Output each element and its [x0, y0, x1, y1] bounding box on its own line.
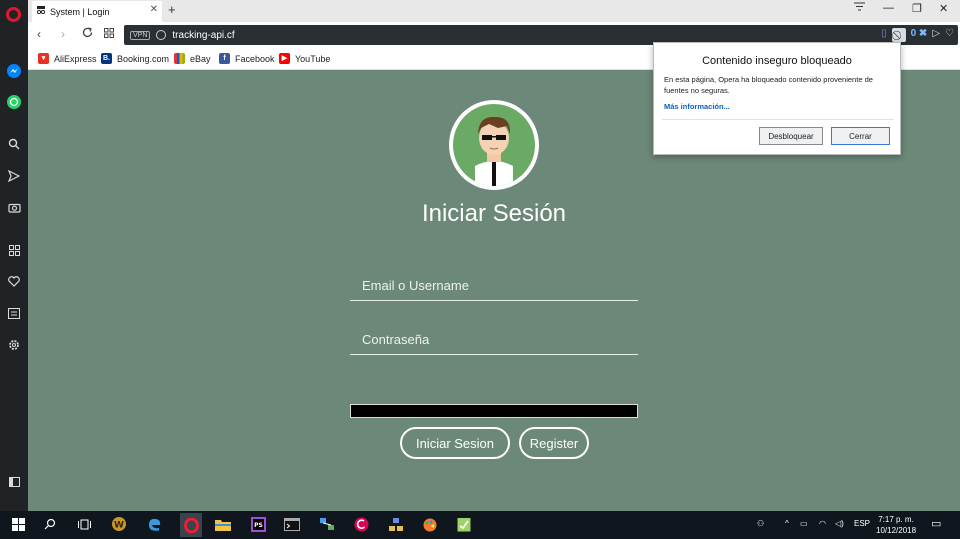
opera-sidebar: [0, 0, 28, 511]
bookmark-booking[interactable]: B. Booking.com: [101, 53, 169, 64]
network-manager-icon[interactable]: [387, 515, 405, 533]
volume-icon[interactable]: ◁): [835, 519, 844, 528]
settings-gear-icon[interactable]: [4, 335, 24, 355]
news-icon[interactable]: [4, 303, 24, 323]
close-popup-button[interactable]: Cerrar: [831, 127, 890, 145]
insecure-content-popup: Contenido inseguro bloqueado En esta pág…: [653, 42, 901, 155]
adblock-count: 0: [910, 28, 917, 39]
password-field[interactable]: [350, 325, 638, 355]
reload-icon[interactable]: [82, 27, 93, 41]
email-field[interactable]: [350, 271, 638, 301]
svg-text:PS: PS: [254, 522, 263, 529]
grid-icon[interactable]: [104, 27, 114, 41]
phpstorm-icon[interactable]: PS: [249, 515, 267, 533]
bookmark-youtube[interactable]: ▶ YouTube: [279, 53, 330, 64]
avatar-illustration: [453, 104, 535, 186]
snapshot-icon[interactable]: ▯: [881, 28, 887, 42]
task-view-icon[interactable]: [75, 515, 93, 533]
send-icon[interactable]: [4, 166, 24, 186]
user-avatar: [449, 100, 539, 190]
windows-start-icon[interactable]: [9, 515, 27, 533]
back-icon[interactable]: ‹: [37, 27, 41, 41]
paint-app-icon[interactable]: [421, 515, 439, 533]
heart-icon[interactable]: [4, 271, 24, 291]
svg-text:W: W: [114, 521, 124, 531]
bookmark-label: Booking.com: [117, 53, 170, 64]
url-text[interactable]: tracking-api.cf: [172, 30, 234, 41]
more-info-link[interactable]: Más información...: [664, 102, 730, 111]
windows-taskbar: W PS ⚇ ^ ▭ ◠ ◁) ESP 7:17 p. m. 10/12/201…: [0, 511, 960, 539]
speed-dial-icon[interactable]: [4, 240, 24, 260]
popup-divider: [662, 119, 894, 120]
bookmark-aliexpress[interactable]: ▾ AliExpress: [38, 53, 97, 64]
people-icon[interactable]: ⚇: [757, 519, 764, 528]
youtube-icon: ▶: [279, 53, 290, 64]
register-button[interactable]: Register: [519, 427, 589, 459]
terminal-icon[interactable]: [283, 515, 301, 533]
vpn-badge[interactable]: VPN: [130, 30, 151, 40]
blocked-content-icon[interactable]: ⃠: [891, 28, 906, 42]
address-bar-icons: ▯ ⃠ 0 ✖ ▷ ♡: [881, 28, 954, 42]
messenger-icon[interactable]: [4, 61, 24, 81]
network-app-icon[interactable]: [318, 515, 336, 533]
page-title: Iniciar Sesión: [421, 200, 567, 227]
notepad-app-icon[interactable]: [455, 515, 473, 533]
restore-icon[interactable]: ❐: [912, 2, 922, 15]
warcraft-icon[interactable]: W: [110, 515, 128, 533]
camera-icon[interactable]: [4, 197, 24, 217]
clock-date: 10/12/2018: [876, 526, 917, 535]
tab-active[interactable]: System | Login ✕: [32, 1, 162, 22]
tray-chevron-icon[interactable]: ^: [785, 519, 789, 528]
cortana-search-icon[interactable]: [41, 515, 59, 533]
tab-menu-icon[interactable]: [854, 2, 865, 14]
wifi-icon[interactable]: ◠: [819, 519, 826, 528]
facebook-icon: f: [219, 53, 230, 64]
edge-icon[interactable]: [145, 515, 163, 533]
system-clock[interactable]: 7:17 p. m. 10/12/2018: [876, 514, 916, 536]
notification-center-icon[interactable]: ▭: [931, 517, 941, 530]
incognito-icon: [36, 6, 46, 17]
new-tab-plus-icon[interactable]: +: [168, 2, 176, 17]
tab-strip: System | Login ✕ + — ❐ ✕: [28, 0, 960, 22]
whatsapp-icon[interactable]: [4, 92, 24, 112]
bookmark-label: eBay: [190, 53, 211, 64]
bookmark-label: Facebook: [235, 53, 275, 64]
aliexpress-icon: ▾: [38, 53, 49, 64]
window-close-icon[interactable]: ✕: [939, 2, 948, 15]
tab-title: System | Login: [50, 6, 110, 17]
file-explorer-icon[interactable]: [214, 515, 232, 533]
battery-icon[interactable]: ▭: [800, 519, 808, 528]
bookmark-facebook[interactable]: f Facebook: [219, 53, 275, 64]
search-icon[interactable]: [4, 134, 24, 154]
sidebar-toggle-icon[interactable]: [4, 472, 24, 492]
minimize-icon[interactable]: —: [883, 2, 894, 14]
adblock-counter[interactable]: 0 ✖: [911, 28, 928, 42]
language-indicator[interactable]: ESP: [854, 519, 870, 528]
forward-icon[interactable]: ›: [61, 27, 65, 41]
unblock-button[interactable]: Desbloquear: [759, 127, 823, 145]
bookmark-label: AliExpress: [54, 53, 97, 64]
ebay-icon: [174, 53, 185, 64]
globe-icon: [156, 30, 167, 40]
bookmark-heart-icon[interactable]: ♡: [945, 28, 954, 42]
flow-send-icon[interactable]: ▷: [932, 28, 940, 42]
bookmark-label: YouTube: [295, 53, 331, 64]
opera-logo-icon[interactable]: [6, 7, 21, 22]
booking-icon: B.: [101, 53, 112, 64]
popup-message: En esta página, Opera ha bloqueado conte…: [664, 75, 873, 95]
login-button[interactable]: Iniciar Sesion: [400, 427, 510, 459]
close-tab-icon[interactable]: ✕: [150, 4, 158, 15]
clock-time: 7:17 p. m.: [878, 515, 914, 524]
captcha-placeholder[interactable]: [350, 404, 638, 418]
debian-icon[interactable]: [352, 515, 370, 533]
bookmark-ebay[interactable]: eBay: [174, 53, 211, 64]
popup-title: Contenido inseguro bloqueado: [702, 55, 852, 67]
opera-taskbar-icon[interactable]: [180, 513, 202, 537]
